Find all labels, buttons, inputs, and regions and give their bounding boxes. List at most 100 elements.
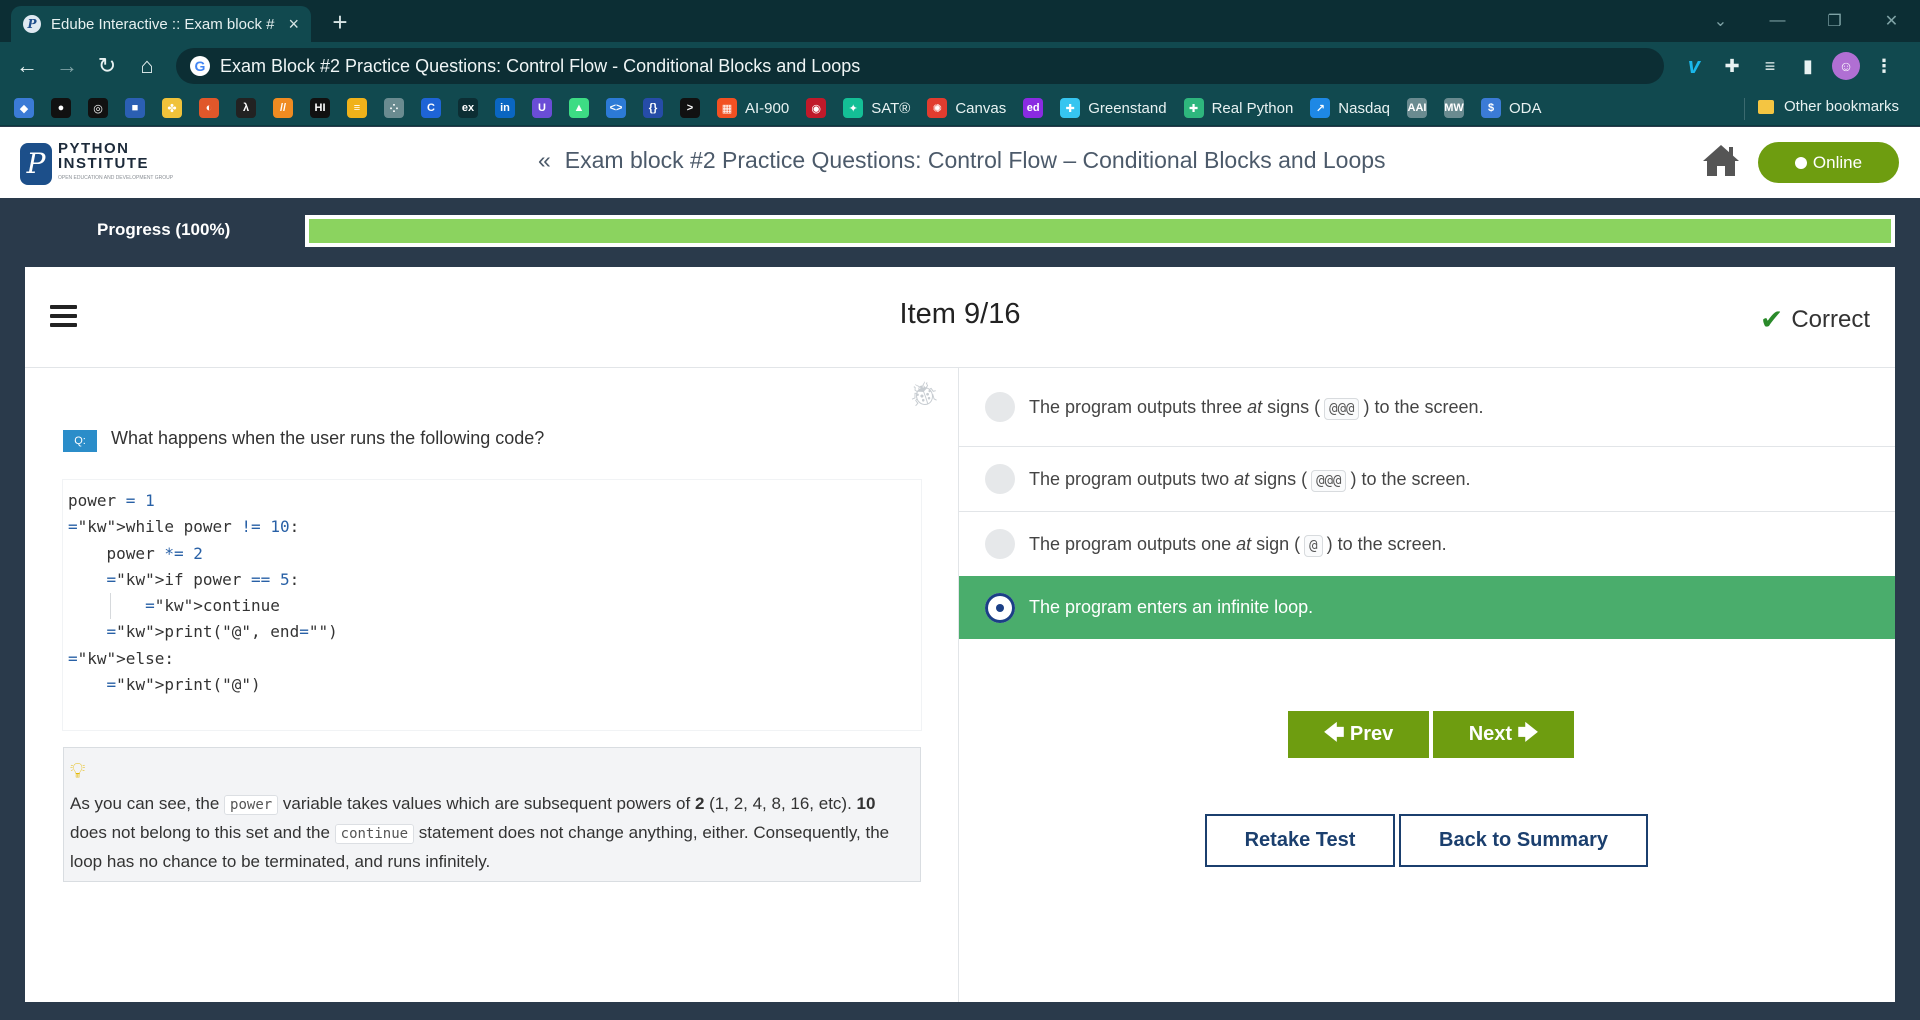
code-line: ="kw">print("@", end="") (106, 622, 338, 642)
bookmark-label: Canvas (955, 99, 1007, 117)
question-card: Item 9/16 ✔ Correct 🐞︎ Q: What happens w… (25, 267, 1895, 1002)
bookmark-label: SAT® (871, 99, 911, 117)
hi-icon: HI (310, 98, 330, 118)
bookmark-item[interactable]: ● (51, 98, 71, 118)
radio-button[interactable] (985, 592, 1015, 623)
folder-icon (1758, 99, 1774, 114)
bookmark-item[interactable]: ⁘ (384, 98, 404, 118)
tab-search-icon[interactable]: ⌄ (1692, 0, 1749, 42)
bookmark-item[interactable]: ✤ (162, 98, 182, 118)
avatar[interactable]: ☺ (1832, 52, 1860, 80)
close-window-button[interactable]: ✕ (1863, 0, 1920, 42)
vimeo-icon[interactable]: v (1680, 52, 1708, 80)
close-tab-icon[interactable]: × (288, 14, 299, 35)
bookmark-item[interactable]: MW (1444, 98, 1464, 118)
answer-option[interactable]: The program enters an infinite loop. (959, 576, 1895, 639)
bookmark-item[interactable]: HI (310, 98, 330, 118)
bookmark-item[interactable]: <> (606, 98, 626, 118)
radio-button[interactable] (985, 529, 1015, 559)
bookmark-item[interactable]: ✚ Real Python (1183, 98, 1293, 118)
browser-tab-bar: P Edube Interactive :: Exam block # × + … (0, 0, 1920, 42)
prev-button[interactable]: 🡄 Prev (1288, 711, 1429, 758)
bookmark-item[interactable]: ≡ (347, 98, 367, 118)
github-icon: ● (51, 98, 71, 118)
answer-option[interactable]: The program outputs one at sign (@) to t… (959, 512, 1895, 577)
bookmark-item[interactable]: U (532, 98, 552, 118)
other-bookmarks[interactable]: Other bookmarks (1758, 98, 1899, 115)
code-line: power *= 2 (68, 543, 203, 563)
radio-button[interactable] (985, 464, 1015, 494)
other-bookmarks-label: Other bookmarks (1784, 98, 1900, 115)
bookmark-item[interactable]: ✺ Canvas (927, 98, 1006, 118)
bookmark-item[interactable]: ex (458, 98, 478, 118)
bookmark-item[interactable]: $ ODA (1481, 98, 1542, 118)
brackets-icon: {} (643, 98, 663, 118)
address-bar[interactable]: G Exam Block #2 Practice Questions: Cont… (176, 48, 1664, 84)
page-title: « Exam block #2 Practice Questions: Contr… (538, 147, 1386, 174)
bookmark-item[interactable]: in (495, 98, 515, 118)
logo-tagline: OPEN EDUCATION AND DEVELOPMENT GROUP (58, 175, 174, 181)
bookmark-list: ◆ ● ◎ ■ ✤ ◐ λ // HI ≡ ⁘ Cex in U ▲ <> {} > ▦ AI-900 ◉ ✦ SAT® ✺ C… (14, 96, 1559, 120)
circle-icon: ◎ (88, 98, 108, 118)
bookmark-item[interactable]: ed (1023, 98, 1044, 118)
radio-button[interactable] (985, 392, 1015, 422)
home-icon[interactable] (1702, 143, 1740, 177)
online-status-badge: Online (1758, 142, 1899, 183)
bookmark-item[interactable]: ◐ (199, 98, 219, 118)
bookmark-item[interactable]: ▦ AI-900 (717, 98, 789, 118)
bookmark-label: AI-900 (745, 99, 790, 117)
window-controls: ⌄ — ❐ ✕ (1692, 0, 1920, 42)
microsoft-icon: ▦ (717, 98, 737, 118)
bug-report-icon[interactable]: 🐞︎ (909, 380, 939, 409)
bookmark-item[interactable]: ✚ Greenstand (1060, 98, 1167, 118)
code-line: ="kw">if power == 5: (106, 569, 300, 589)
bookmark-item[interactable]: λ (236, 98, 256, 118)
inline-code: @@@ (1324, 397, 1360, 420)
side-panel-icon[interactable]: ▮ (1794, 52, 1822, 80)
answer-text: The program outputs three at signs (@@@)… (1029, 397, 1484, 420)
answer-option[interactable]: The program outputs three at signs (@@@)… (959, 368, 1895, 447)
minimize-button[interactable]: — (1749, 0, 1806, 42)
aai-icon: AAI (1407, 98, 1427, 118)
logo-line2: INSTITUTE (58, 155, 149, 172)
bookmark-item[interactable]: AAI (1407, 98, 1427, 118)
progress-section: Progress (100%) (0, 198, 1920, 266)
media-icon[interactable]: ≡ (1756, 52, 1784, 80)
forward-icon[interactable]: → (52, 51, 82, 81)
u-icon: U (532, 98, 552, 118)
bookmarks-bar: ◆ ● ◎ ■ ✤ ◐ λ // HI ≡ ⁘ Cex in U ▲ <> {} > ▦ AI-900 ◉ ✦ SAT® ✺ C… (0, 90, 1920, 126)
answer-option[interactable]: The program outputs two at signs (@@@) t… (959, 447, 1895, 512)
new-tab-button[interactable]: + (324, 6, 356, 38)
khan-icon: ✦ (843, 98, 864, 118)
bookmark-item[interactable]: C (421, 98, 441, 118)
question-badge: Q: (63, 430, 97, 452)
reload-icon[interactable]: ↻ (92, 51, 122, 81)
puzzle-icon[interactable]: ✚ (1718, 52, 1746, 80)
next-button[interactable]: Next 🡆 (1433, 711, 1574, 758)
bookmark-item[interactable]: // (273, 98, 293, 118)
menu-kebab-icon[interactable]: ⋮ (1870, 52, 1898, 80)
online-dot-icon (1794, 156, 1807, 169)
retake-test-button[interactable]: Retake Test (1205, 814, 1395, 867)
restore-button[interactable]: ❐ (1806, 0, 1863, 42)
question-text: What happens when the user runs the foll… (111, 428, 545, 448)
bookmark-item[interactable]: ▲ (569, 98, 589, 118)
browser-toolbar: ← → ↻ ⌂ G Exam Block #2 Practice Questio… (0, 42, 1920, 90)
status-badge: ✔ Correct (1760, 303, 1870, 336)
browser-tab[interactable]: P Edube Interactive :: Exam block # × (11, 6, 311, 42)
bookmark-item[interactable]: ◎ (88, 98, 108, 118)
back-to-summary-button[interactable]: Back to Summary (1399, 814, 1648, 867)
home-browser-icon[interactable]: ⌂ (132, 51, 162, 81)
bookmark-item[interactable]: {} (643, 98, 663, 118)
bookmark-item[interactable]: ◉ (806, 98, 827, 118)
lambda-icon: λ (236, 98, 256, 118)
bookmark-item[interactable]: ✦ SAT® (843, 98, 910, 118)
bookmark-item[interactable]: ■ (125, 98, 145, 118)
bookmark-item[interactable]: ◆ (14, 98, 34, 118)
back-chevron-icon[interactable]: « (538, 147, 551, 173)
python-institute-logo[interactable]: P PYTHON INSTITUTE OPEN EDUCATION AND DE… (20, 141, 173, 186)
back-icon[interactable]: ← (12, 51, 42, 81)
bookmark-item[interactable]: ↗ Nasdaq (1310, 98, 1390, 118)
google-icon: G (190, 56, 210, 76)
bookmark-item[interactable]: > (680, 98, 700, 118)
